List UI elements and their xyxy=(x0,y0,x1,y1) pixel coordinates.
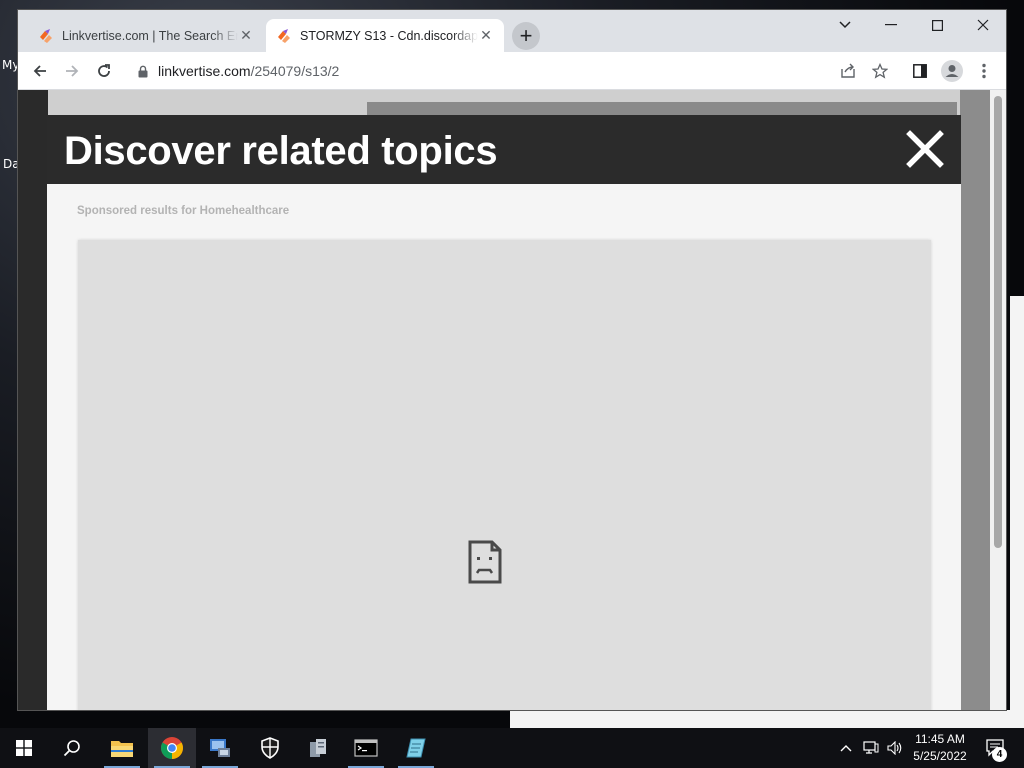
taskbar: 11:45 AM 5/25/2022 4 xyxy=(0,728,1024,768)
server-manager-button[interactable] xyxy=(294,728,342,768)
file-explorer-button[interactable] xyxy=(98,728,146,768)
profile-avatar-icon[interactable] xyxy=(938,57,966,85)
share-icon[interactable] xyxy=(834,57,862,85)
url-path: /254079/s13/2 xyxy=(250,63,340,79)
maximize-button[interactable] xyxy=(914,10,960,40)
network-status-icon[interactable] xyxy=(860,728,882,768)
modal-header: Discover related topics xyxy=(47,115,961,184)
linkvertise-favicon-icon xyxy=(278,28,290,43)
close-window-button[interactable] xyxy=(960,10,1006,40)
menu-kebab-icon[interactable] xyxy=(970,57,998,85)
forward-button[interactable] xyxy=(58,57,86,85)
notification-count-badge: 4 xyxy=(992,747,1007,762)
system-clock[interactable]: 11:45 AM 5/25/2022 xyxy=(906,731,974,765)
reload-button[interactable] xyxy=(90,57,118,85)
close-tab-icon[interactable]: ✕ xyxy=(238,27,254,44)
modal-title: Discover related topics xyxy=(64,129,498,173)
command-prompt-icon xyxy=(354,739,378,757)
desktop-icon-label[interactable]: My xyxy=(2,58,19,72)
notepad-button[interactable] xyxy=(392,728,440,768)
notepad-icon xyxy=(406,738,426,758)
start-button[interactable] xyxy=(0,728,48,768)
close-tab-icon[interactable]: ✕ xyxy=(478,27,494,44)
background-window-edge xyxy=(1010,296,1024,728)
close-icon[interactable] xyxy=(905,129,945,169)
search-icon xyxy=(63,740,80,757)
linkvertise-favicon-icon xyxy=(40,28,52,43)
start-icon xyxy=(16,740,32,756)
page-overlay-edge xyxy=(960,90,990,710)
tab-search-icon[interactable] xyxy=(822,10,868,40)
url-host: linkvertise.com xyxy=(158,63,251,79)
lock-icon[interactable] xyxy=(138,65,148,78)
side-panel-icon[interactable] xyxy=(906,57,934,85)
browser-window: Linkvertise.com | The Search Engine ✕ ST… xyxy=(18,10,1006,710)
tab-strip: Linkvertise.com | The Search Engine ✕ ST… xyxy=(18,10,1006,52)
url-text: linkvertise.com/254079/s13/2 xyxy=(158,63,339,79)
volume-icon[interactable] xyxy=(884,728,906,768)
tab-stormzy[interactable]: STORMZY S13 - Cdn.discordapp.com ✕ xyxy=(266,19,504,52)
chrome-button[interactable] xyxy=(148,728,196,768)
browser-toolbar: linkvertise.com/254079/s13/2 xyxy=(18,52,1006,90)
page-sidebar xyxy=(18,90,48,710)
clock-date: 5/25/2022 xyxy=(913,749,967,763)
show-hidden-icons-chevron-icon[interactable] xyxy=(836,728,856,768)
bookmark-star-icon[interactable] xyxy=(866,57,894,85)
security-button[interactable] xyxy=(246,728,294,768)
chrome-icon xyxy=(161,737,183,759)
server-manager-icon xyxy=(310,739,326,757)
sponsored-results-label: Sponsored results for Homehealthcare xyxy=(77,205,290,217)
page-content: Discover related topics Sponsored result… xyxy=(18,90,1006,710)
back-button[interactable] xyxy=(26,57,54,85)
action-center-button[interactable]: 4 xyxy=(978,728,1014,768)
tab-linkvertise[interactable]: Linkvertise.com | The Search Engine ✕ xyxy=(28,19,264,52)
clock-time: 11:45 AM xyxy=(915,732,965,746)
command-prompt-button[interactable] xyxy=(342,728,390,768)
tab-title: Linkvertise.com | The Search Engine xyxy=(62,28,238,43)
related-topics-modal: Discover related topics Sponsored result… xyxy=(47,115,961,710)
network-app-button[interactable] xyxy=(196,728,244,768)
search-button[interactable] xyxy=(48,728,96,768)
new-tab-button[interactable]: + xyxy=(512,22,540,50)
ad-iframe[interactable] xyxy=(78,240,931,710)
security-icon xyxy=(261,737,279,759)
sad-page-icon xyxy=(468,540,502,584)
background-window-edge xyxy=(510,710,1024,728)
tab-title: STORMZY S13 - Cdn.discordapp.com xyxy=(300,28,478,43)
scrollbar-thumb[interactable] xyxy=(994,96,1002,548)
file-explorer-icon xyxy=(111,741,133,757)
network-icon xyxy=(210,739,230,757)
address-bar[interactable]: linkvertise.com/254079/s13/2 xyxy=(126,56,866,86)
minimize-button[interactable] xyxy=(868,10,914,40)
